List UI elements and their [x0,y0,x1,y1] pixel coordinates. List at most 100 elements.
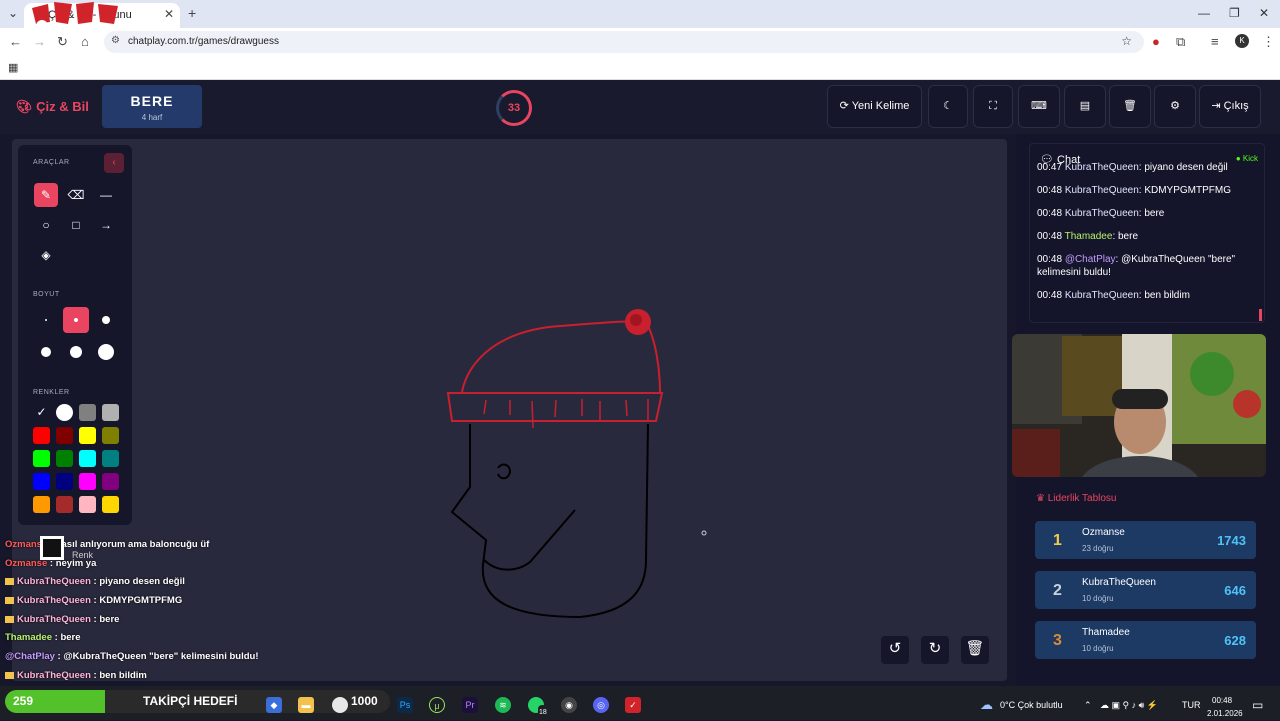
color-swatch[interactable] [33,473,50,490]
clock-time[interactable]: 00:48 [1212,696,1232,705]
color-swatch[interactable] [79,427,96,444]
chat-time: 00:48 [1037,254,1065,265]
leaderboard-correct-count: 23 doğru [1082,544,1114,553]
color-swatch[interactable]: ✓ [33,404,50,421]
color-swatch[interactable] [102,404,119,421]
chat-text: piyano desen değil [1144,162,1228,173]
arrow-tool[interactable]: → [94,213,118,237]
utorrent-icon[interactable]: μ [429,697,445,713]
color-swatch[interactable] [102,427,119,444]
crown-icon: ♛ [1036,493,1045,504]
collapse-panel-button[interactable]: ‹ [104,153,124,173]
chat-message: 00:48 KubraTheQueen: KDMYPGMTPFMG [1037,185,1231,196]
leaderboard-name: KubraTheQueen [1082,577,1156,588]
undo-button[interactable]: ↺ [881,636,909,664]
clock-date[interactable]: 2.01.2026 [1207,709,1243,718]
redo-button[interactable]: ↻ [921,636,949,664]
leaderboard-score: 628 [1224,633,1246,648]
chat-message: 00:48 KubraTheQueen: bere [1037,208,1165,219]
tray-icons[interactable]: ☁ ▣ ⚲ ♪ 🔊︎ ⚡ [1100,700,1158,711]
chat-time: 00:48 [1037,290,1065,301]
overlay-chat-user: KubraTheQueen [17,613,91,625]
chat-messages: 00:47 KubraTheQueen: piyano desen değil 0… [1037,161,1249,312]
leaderboard-row: 3 Thamadee 10 doğru 628 [1035,621,1256,659]
size-2-button[interactable] [63,307,89,333]
overlay-chat-line: KubraTheQueen : bere [5,611,265,630]
color-swatch[interactable] [102,496,119,513]
color-swatch[interactable] [79,450,96,467]
leaderboard-correct-count: 10 doğru [1082,644,1114,653]
size-3-button[interactable] [93,307,119,333]
notification-icon[interactable]: ▭ [1252,698,1263,712]
chat-user[interactable]: @ChatPlay [1065,254,1116,265]
clear-canvas-button[interactable]: 🗑︎ [961,636,989,664]
color-swatch[interactable] [56,427,73,444]
discord-icon[interactable]: ◎ [593,697,609,713]
leaderboard-row: 2 KubraTheQueen 10 doğru 646 [1035,571,1256,609]
color-swatch[interactable] [56,473,73,490]
color-swatch[interactable] [102,473,119,490]
spotify-icon[interactable]: ≋ [495,697,511,713]
color-swatch[interactable] [56,496,73,513]
size-5-button[interactable] [63,339,89,365]
weather-icon[interactable]: ☁ [980,697,993,713]
chat-text: bere [1118,231,1139,242]
tray-chevron-icon[interactable]: ⌃ [1084,700,1092,711]
overlay-chat-user: @ChatPlay [5,651,55,663]
copilot-icon[interactable]: ◆ [266,697,282,713]
whatsapp-icon[interactable]: 18 [528,697,548,721]
app-icon[interactable]: ✓ [625,697,641,713]
chrome-icon[interactable] [332,697,348,713]
rectangle-tool[interactable]: □ [64,213,88,237]
photoshop-icon[interactable]: Ps [397,697,413,713]
chat-scrollbar[interactable] [1259,309,1262,321]
obs-icon[interactable]: ◉ [561,697,577,713]
paint-bucket-icon: ◈ [41,248,51,262]
chat-text: bere [1144,208,1165,219]
circle-tool[interactable]: ○ [34,213,58,237]
eraser-icon: ⌫ [67,188,85,202]
color-swatch[interactable] [33,496,50,513]
size-section-title: BOYUT [33,291,60,298]
overlay-chat-line: Thamadee : bere [5,632,81,644]
colors-section-title: RENKLER [33,389,70,396]
color-swatch[interactable] [102,450,119,467]
chat-user[interactable]: KubraTheQueen [1065,208,1139,219]
color-swatch[interactable] [79,404,96,421]
fill-tool[interactable]: ◈ [34,243,58,267]
premiere-icon[interactable]: Pr [462,697,478,713]
color-swatch[interactable] [56,404,73,421]
color-swatch[interactable] [79,473,96,490]
custom-color-picker[interactable] [40,536,64,560]
chat-time: 00:48 [1037,208,1065,219]
color-swatch[interactable] [33,427,50,444]
overlay-chat-line: KubraTheQueen : KDMYPGMTPFMG [5,592,265,611]
color-swatch[interactable] [33,450,50,467]
leaderboard-score: 1743 [1217,533,1246,548]
leaderboard-rank: 3 [1053,632,1062,649]
size-1-button[interactable] [33,307,59,333]
redo-icon: ↻ [928,640,942,657]
overlay-chat-text: nasıl anlıyorum ama baloncuğu üf [55,539,210,550]
size-4-button[interactable] [33,339,59,365]
eraser-tool[interactable]: ⌫ [64,183,88,207]
chat-user[interactable]: KubraTheQueen [1065,162,1139,173]
color-swatch[interactable] [79,496,96,513]
line-tool[interactable]: — [94,183,118,207]
weather-text[interactable]: 0°C Çok bulutlu [1000,700,1063,710]
chat-user[interactable]: Thamadee [1065,231,1113,242]
language-indicator[interactable]: TUR [1182,700,1201,710]
chat-user[interactable]: KubraTheQueen [1065,290,1139,301]
leaderboard-row: 1 Ozmanse 23 doğru 1743 [1035,521,1256,559]
chat-message: 00:48 Thamadee: bere [1037,231,1139,242]
color-swatch[interactable] [56,450,73,467]
leaderboard-rank: 2 [1053,582,1062,599]
pencil-tool[interactable]: ✎ [34,183,58,207]
chat-user[interactable]: KubraTheQueen [1065,185,1139,196]
tool-panel: ARAÇLAR ‹ ✎ ⌫ — ○ □ → ◈ BOYUT RENKLER ✓ [18,145,132,525]
chat-text: ben bildim [1144,290,1190,301]
size-6-button[interactable] [93,339,119,365]
overlay-chat-user: KubraTheQueen [17,576,91,588]
file-explorer-icon[interactable]: ▬ [298,697,314,713]
overlay-chat-line: KubraTheQueen : piyano desen değil [5,573,265,592]
